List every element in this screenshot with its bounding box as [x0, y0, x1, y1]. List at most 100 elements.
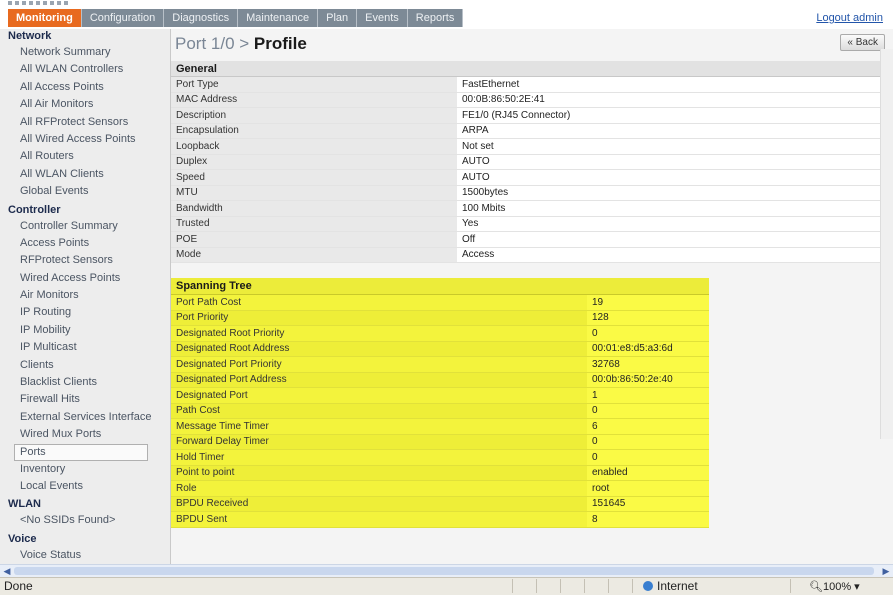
property-label: MTU	[171, 185, 457, 201]
sidebar-item-all-wlan-clients[interactable]: All WLAN Clients	[0, 166, 170, 183]
table-row: Port Path Cost 19	[171, 294, 709, 311]
table-row: Role root	[171, 480, 709, 497]
sidebar-item-global-events[interactable]: Global Events	[0, 183, 170, 200]
top-tab-bar: Monitoring Configuration Diagnostics Mainte…	[0, 9, 893, 29]
table-row: Mode Access	[171, 247, 883, 263]
sidebar-heading-voice: Voice	[8, 532, 37, 545]
property-label: Port Path Cost	[171, 294, 587, 311]
scroll-thumb[interactable]	[14, 567, 874, 575]
sidebar-item-access-points[interactable]: Access Points	[0, 235, 170, 252]
sidebar-item-wired-mux-ports[interactable]: Wired Mux Ports	[0, 426, 170, 443]
property-value: 8	[587, 511, 709, 528]
decorative-dots	[8, 1, 70, 5]
security-zone: Internet	[643, 579, 698, 593]
globe-icon	[643, 581, 653, 591]
table-row: Designated Root Address 00:01:e8:d5:a3:6d	[171, 341, 709, 357]
sidebar-item-voice-status[interactable]: Voice Status	[0, 547, 170, 564]
logout-link[interactable]: Logout admin	[816, 12, 883, 24]
sidebar-item-all-rfprotect-sensors[interactable]: All RFProtect Sensors	[0, 114, 170, 131]
spanning-tree-table: Spanning Tree Port Path Cost 19 Port Prior…	[171, 278, 709, 528]
page-title: Port 1/0 > Profile	[175, 34, 307, 54]
sidebar-item-blacklist-clients[interactable]: Blacklist Clients	[0, 374, 170, 391]
property-value: AUTO	[457, 154, 883, 170]
table-row: Trusted Yes	[171, 216, 883, 232]
property-value: 00:0B:86:50:2E:41	[457, 92, 883, 108]
sidebar-item-no-ssids-found[interactable]: <No SSIDs Found>	[0, 512, 170, 529]
table-row: Duplex AUTO	[171, 154, 883, 170]
sidebar-heading-network: Network	[8, 30, 52, 42]
table-row: Designated Port 1	[171, 387, 709, 404]
tab-diagnostics[interactable]: Diagnostics	[164, 9, 239, 27]
sidebar-item-air-monitors[interactable]: Air Monitors	[0, 287, 170, 304]
sidebar-item-local-events[interactable]: Local Events	[0, 478, 170, 495]
status-divider	[608, 579, 609, 593]
table-row: Designated Port Address 00:0b:86:50:2e:40	[171, 372, 709, 388]
table-row: BPDU Sent 8	[171, 511, 709, 528]
sidebar-item-all-wired-access-points[interactable]: All Wired Access Points	[0, 131, 170, 148]
table-row: Speed AUTO	[171, 169, 883, 186]
scroll-right-icon[interactable]: ▶	[881, 565, 891, 577]
table-row: Point to point enabled	[171, 465, 709, 481]
tab-maintenance[interactable]: Maintenance	[238, 9, 319, 27]
property-value: 6	[587, 418, 709, 435]
horizontal-scrollbar[interactable]: ◀ ▶	[0, 564, 893, 577]
scroll-left-icon[interactable]: ◀	[2, 565, 12, 577]
property-value: 100 Mbits	[457, 200, 883, 217]
property-label: Role	[171, 480, 587, 497]
status-divider	[632, 579, 633, 593]
property-label: Hold Timer	[171, 449, 587, 466]
sidebar-item-external-services-interface[interactable]: External Services Interface	[0, 409, 170, 426]
sidebar-item-ip-multicast[interactable]: IP Multicast	[0, 339, 170, 356]
chevron-down-icon: ▾	[854, 581, 860, 593]
main-content: Port 1/0 > Profile « Back General Port T…	[171, 29, 893, 564]
property-value: root	[587, 480, 709, 497]
sidebar-item-rfprotect-sensors[interactable]: RFProtect Sensors	[0, 252, 170, 269]
property-label: Bandwidth	[171, 200, 457, 217]
property-label: BPDU Received	[171, 496, 587, 512]
table-row: Hold Timer 0	[171, 449, 709, 466]
sidebar-item-inventory[interactable]: Inventory	[0, 461, 170, 478]
property-label: Description	[171, 107, 457, 124]
sidebar-heading-wlan: WLAN	[8, 498, 41, 511]
sidebar-item-controller-summary[interactable]: Controller Summary	[0, 218, 170, 235]
sidebar-item-ip-mobility[interactable]: IP Mobility	[0, 322, 170, 339]
property-value: Yes	[457, 216, 883, 232]
table-row: Message Time Timer 6	[171, 418, 709, 435]
tab-configuration[interactable]: Configuration	[81, 9, 165, 27]
property-label: Trusted	[171, 216, 457, 232]
property-label: Forward Delay Timer	[171, 434, 587, 450]
zoom-control[interactable]: 🔍︎100% ▾	[809, 580, 860, 593]
property-label: Port Priority	[171, 310, 587, 326]
property-label: POE	[171, 231, 457, 248]
property-value: 151645	[587, 496, 709, 512]
vertical-scrollbar[interactable]	[880, 49, 893, 439]
security-zone-label: Internet	[657, 579, 698, 593]
table-row: Description FE1/0 (RJ45 Connector)	[171, 107, 883, 124]
tab-plan[interactable]: Plan	[318, 9, 358, 27]
sidebar-item-network-summary[interactable]: Network Summary	[0, 44, 170, 61]
sidebar-item-firewall-hits[interactable]: Firewall Hits	[0, 391, 170, 408]
sidebar-item-all-routers[interactable]: All Routers	[0, 148, 170, 165]
back-button[interactable]: « Back	[840, 34, 885, 51]
property-value: ARPA	[457, 123, 883, 139]
sidebar-item-all-access-points[interactable]: All Access Points	[0, 79, 170, 96]
property-value: enabled	[587, 465, 709, 481]
table-row: Bandwidth 100 Mbits	[171, 200, 883, 217]
property-label: Point to point	[171, 465, 587, 481]
sidebar-item-wired-access-points[interactable]: Wired Access Points	[0, 270, 170, 287]
tab-events[interactable]: Events	[357, 9, 408, 27]
sidebar-item-clients[interactable]: Clients	[0, 357, 170, 374]
sidebar-item-ports[interactable]: Ports	[14, 443, 148, 461]
property-label: Mode	[171, 247, 457, 263]
table-row: Encapsulation ARPA	[171, 123, 883, 139]
table-row: MAC Address 00:0B:86:50:2E:41	[171, 92, 883, 108]
property-value: AUTO	[457, 169, 883, 186]
sidebar-item-ip-routing[interactable]: IP Routing	[0, 304, 170, 321]
status-divider	[584, 579, 585, 593]
tab-monitoring[interactable]: Monitoring	[8, 9, 82, 27]
tab-reports[interactable]: Reports	[407, 9, 464, 27]
table-row: BPDU Received 151645	[171, 496, 709, 512]
sidebar-item-all-wlan-controllers[interactable]: All WLAN Controllers	[0, 61, 170, 78]
sidebar-item-all-air-monitors[interactable]: All Air Monitors	[0, 96, 170, 113]
breadcrumb: Port 1/0 >	[175, 34, 250, 53]
